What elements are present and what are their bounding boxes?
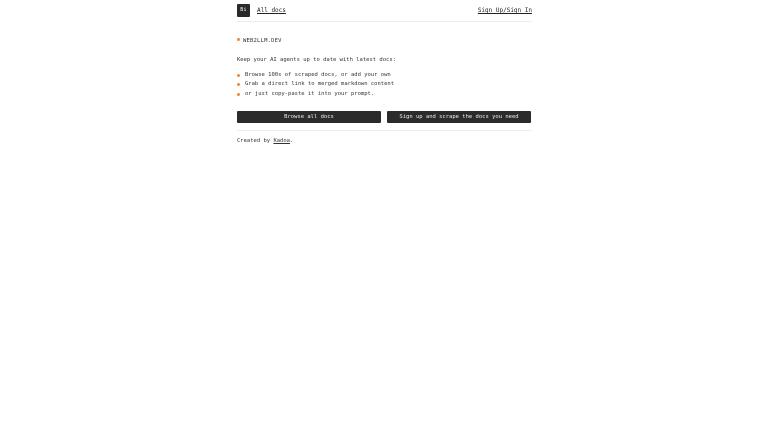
credit-prefix: Created by xyxy=(237,138,274,144)
list-item: Browse 100s of scraped docs, or add your… xyxy=(237,71,394,80)
brand-title: WEB2LLM.DEV xyxy=(237,37,282,45)
feature-text: or just copy-paste it into your prompt. xyxy=(245,90,375,97)
divider xyxy=(237,130,532,131)
orange-dot-icon xyxy=(237,74,240,77)
orange-dot-icon xyxy=(237,92,240,96)
main-container: Bi All docs Sign Up/Sign In WEB2LLM.DEV … xyxy=(237,0,532,144)
orange-dot-icon xyxy=(237,83,240,87)
author-link[interactable]: Kadoa xyxy=(273,138,290,144)
feature-text: Browse 100s of scraped docs, or add your… xyxy=(245,72,391,78)
list-item: Grab a direct link to merged markdown co… xyxy=(237,80,394,89)
browse-all-docs-button[interactable]: Browse all docs xyxy=(237,111,381,123)
intro-text: Keep your AI agents up to date with late… xyxy=(237,57,396,63)
brand-name: WEB2LLM.DEV xyxy=(243,38,282,44)
credit-suffix: . xyxy=(290,138,294,144)
top-nav: Bi All docs Sign Up/Sign In xyxy=(237,0,532,22)
credit-line: Created by Kadoa. xyxy=(237,137,293,145)
list-item: or just copy-paste it into your prompt. xyxy=(237,90,394,99)
page: Bi All docs Sign Up/Sign In WEB2LLM.DEV … xyxy=(0,0,768,432)
sign-up-sign-in-link[interactable]: Sign Up/Sign In xyxy=(478,7,532,15)
feature-list: Browse 100s of scraped docs, or add your… xyxy=(237,71,394,99)
all-docs-link[interactable]: All docs xyxy=(257,7,286,15)
feature-text: Grab a direct link to merged markdown co… xyxy=(245,81,395,88)
orange-dot-icon xyxy=(237,38,240,41)
site-logo[interactable]: Bi xyxy=(237,4,250,17)
sign-up-scrape-button[interactable]: Sign up and scrape the docs you need xyxy=(387,111,531,123)
